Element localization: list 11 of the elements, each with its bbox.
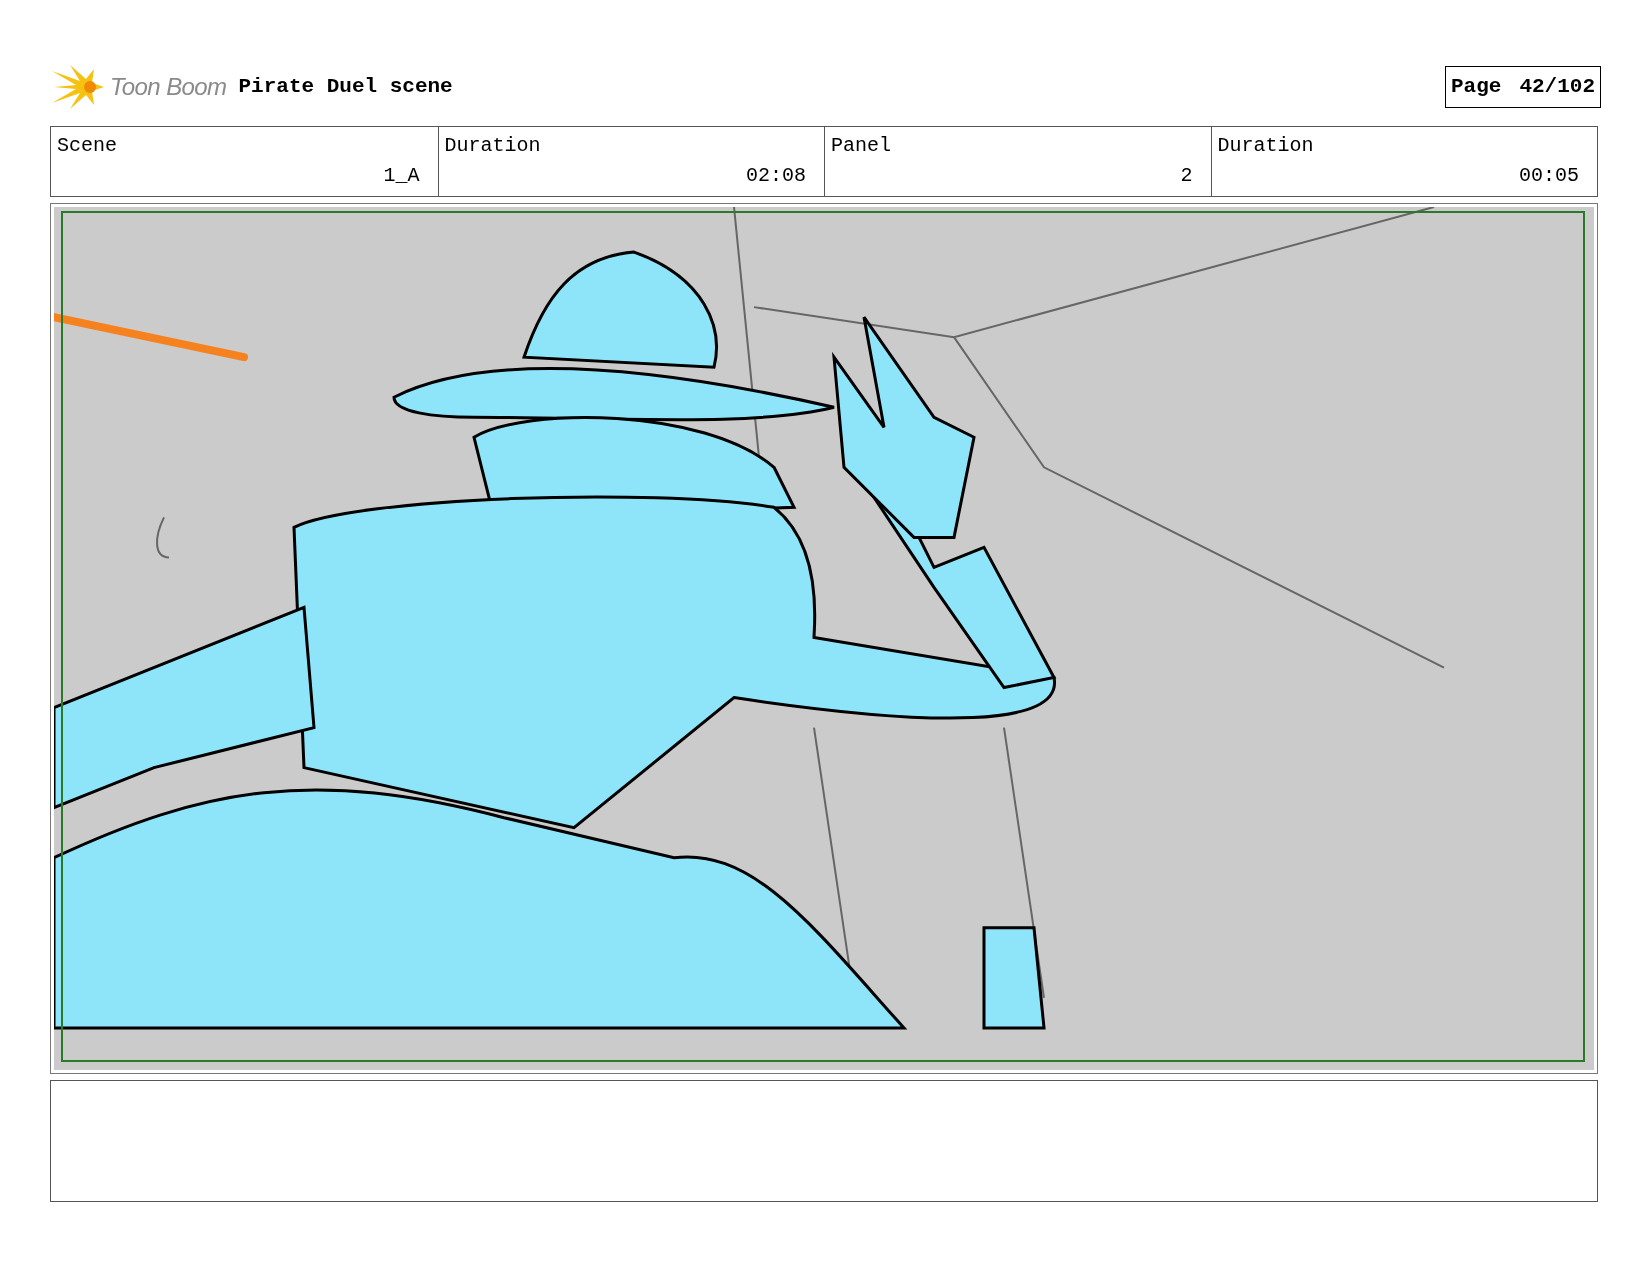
info-label: Duration: [444, 133, 542, 159]
info-label: Duration: [1217, 133, 1315, 159]
page-counter: Page 42/102: [1444, 66, 1601, 108]
info-value: 1_A: [383, 163, 420, 189]
info-label: Scene: [57, 133, 118, 159]
info-value: 00:05: [1519, 163, 1579, 189]
storyboard-title: Pirate Duel scene: [238, 74, 453, 101]
logo-text: Toon Boom: [110, 72, 227, 102]
info-value: 02:08: [746, 163, 806, 189]
info-label: Panel: [831, 133, 892, 159]
info-value: 2: [1180, 163, 1193, 189]
